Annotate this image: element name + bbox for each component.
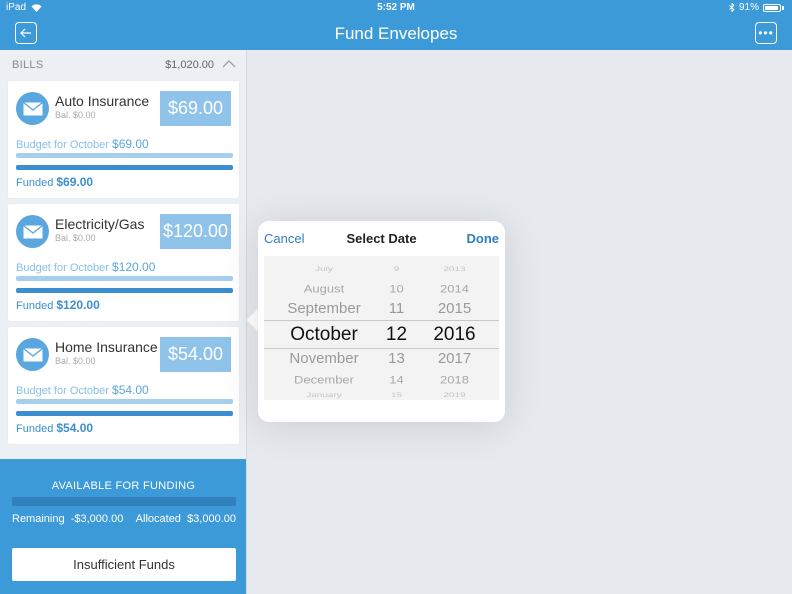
allocated-label: Allocated xyxy=(135,513,181,525)
picker-option[interactable]: 2016 xyxy=(422,324,487,346)
allocated-value: $3,000.00 xyxy=(187,513,236,525)
funded-line: Funded $54.00 xyxy=(16,421,93,435)
budget-bar xyxy=(16,399,233,404)
funded-value: $120.00 xyxy=(56,298,100,312)
budget-line: Budget for October $69.00 xyxy=(16,137,149,151)
funded-bar xyxy=(16,288,233,293)
picker-option[interactable]: 10 xyxy=(374,282,419,295)
envelope-name: Home Insurance xyxy=(55,339,158,355)
picker-option[interactable]: 2019 xyxy=(422,392,487,399)
budget-bar xyxy=(16,153,233,158)
nav-bar: Fund Envelopes ••• xyxy=(0,16,792,50)
cancel-button[interactable]: Cancel xyxy=(264,231,304,246)
picker-option[interactable]: December xyxy=(264,373,384,386)
picker-option[interactable]: 12 xyxy=(374,324,419,346)
picker-option[interactable]: 9 xyxy=(374,266,419,273)
picker-option[interactable]: 15 xyxy=(374,392,419,399)
page-title: Fund Envelopes xyxy=(334,24,458,43)
picker-option[interactable]: 2018 xyxy=(422,373,487,386)
picker-option[interactable]: January xyxy=(264,392,384,399)
battery-icon xyxy=(763,3,781,12)
picker-option[interactable]: July xyxy=(264,266,384,273)
picker-option[interactable]: 13 xyxy=(374,350,419,367)
allocated-line: Allocated $3,000.00 xyxy=(136,513,236,525)
year-column[interactable]: 2013 2014 2015 2016 2017 2018 2019 xyxy=(422,256,487,400)
envelope-icon xyxy=(16,338,49,371)
remaining-line: Remaining -$3,000.00 xyxy=(12,513,123,525)
battery-cap xyxy=(782,5,784,10)
funded-bar xyxy=(16,165,233,170)
date-picker-wheel[interactable]: July August September October November Decemb… xyxy=(264,256,499,400)
budget-value: $120.00 xyxy=(112,260,156,274)
funded-label: Funded xyxy=(16,300,54,312)
budget-line: Budget for October $54.00 xyxy=(16,383,149,397)
insufficient-funds-button[interactable]: Insufficient Funds xyxy=(12,548,236,581)
picker-option[interactable]: 11 xyxy=(374,300,419,317)
amount-field[interactable]: $120.00 xyxy=(160,214,231,249)
funded-bar xyxy=(16,411,233,416)
funded-label: Funded xyxy=(16,423,54,435)
picker-option[interactable]: October xyxy=(264,324,384,346)
battery-percent: 91% xyxy=(738,2,759,13)
envelope-balance: Bal. $0.00 xyxy=(55,356,96,366)
ellipsis-icon: ••• xyxy=(758,26,774,40)
funded-label: Funded xyxy=(16,177,54,189)
budget-value: $69.00 xyxy=(112,137,149,151)
bluetooth-icon xyxy=(729,3,735,12)
remaining-value: -$3,000.00 xyxy=(70,513,124,525)
status-right: 91% xyxy=(729,2,784,13)
envelope-card[interactable]: Auto Insurance Bal. $0.00 $69.00 Budget … xyxy=(8,81,239,198)
picker-option[interactable]: 2015 xyxy=(422,300,487,317)
envelope-card[interactable]: Electricity/Gas Bal. $0.00 $120.00 Budge… xyxy=(8,204,239,321)
envelope-icon xyxy=(16,92,49,125)
status-time: 5:52 PM xyxy=(377,2,415,13)
picker-option[interactable]: September xyxy=(264,300,384,317)
status-bar: iPad 5:52 PM 91% xyxy=(0,0,792,16)
envelope-icon xyxy=(16,215,49,248)
envelope-balance: Bal. $0.00 xyxy=(55,233,96,243)
envelope-name: Auto Insurance xyxy=(55,93,150,109)
budget-label: Budget for October xyxy=(16,262,109,274)
remaining-label: Remaining xyxy=(12,513,65,525)
picker-option[interactable]: 2017 xyxy=(422,350,487,367)
funded-value: $54.00 xyxy=(56,421,94,435)
budget-label: Budget for October xyxy=(16,139,109,151)
funded-line: Funded $69.00 xyxy=(16,175,93,189)
picker-option[interactable]: November xyxy=(264,350,384,367)
envelope-name: Electricity/Gas xyxy=(55,216,145,232)
envelope-balance: Bal. $0.00 xyxy=(55,110,96,120)
chevron-up-icon[interactable] xyxy=(222,57,236,71)
amount-field[interactable]: $69.00 xyxy=(160,91,231,126)
budget-line: Budget for October $120.00 xyxy=(16,260,155,274)
funding-heading: AVAILABLE FOR FUNDING xyxy=(51,480,196,492)
funded-line: Funded $120.00 xyxy=(16,298,100,312)
section-label: BILLS xyxy=(12,59,44,71)
month-column[interactable]: July August September October November Decemb… xyxy=(264,256,384,400)
section-header-bills[interactable]: BILLS $1,020.00 xyxy=(0,50,246,80)
budget-value: $54.00 xyxy=(112,383,149,397)
date-picker-popover: Select Date Cancel Done July August Septem… xyxy=(258,221,505,422)
picker-option[interactable]: 2013 xyxy=(422,266,487,273)
done-button[interactable]: Done xyxy=(467,231,500,246)
section-total: $1,020.00 xyxy=(165,59,214,71)
budget-bar xyxy=(16,276,233,281)
envelope-sidebar: BILLS $1,020.00 Auto Insurance Bal. $0.0… xyxy=(0,50,247,594)
funding-panel: AVAILABLE FOR FUNDING Remaining -$3,000.… xyxy=(0,459,246,594)
amount-field[interactable]: $54.00 xyxy=(160,337,231,372)
picker-option[interactable]: 14 xyxy=(374,373,419,386)
more-button[interactable]: ••• xyxy=(755,22,777,44)
envelope-card[interactable]: Home Insurance Bal. $0.00 $54.00 Budget … xyxy=(8,327,239,444)
picker-option[interactable]: August xyxy=(264,282,384,295)
picker-option[interactable]: 2014 xyxy=(422,282,487,295)
budget-label: Budget for October xyxy=(16,385,109,397)
funding-progress-bar xyxy=(12,497,236,506)
funded-value: $69.00 xyxy=(56,175,94,189)
day-column[interactable]: 9 10 11 12 13 14 15 xyxy=(374,256,419,400)
